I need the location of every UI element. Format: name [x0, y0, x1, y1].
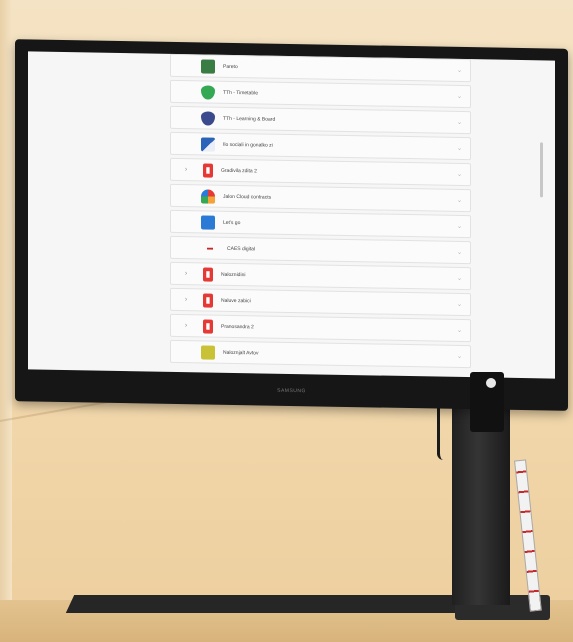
red-doc-icon: ▮ [203, 318, 213, 334]
list-item[interactable]: › ▮ Naloznidini ⌄ [170, 261, 471, 291]
list-item[interactable]: Pareto ⌄ [170, 53, 471, 83]
list-item-label: Let's go [223, 219, 241, 226]
chevron-down-icon: ⌄ [456, 249, 462, 256]
wordmark-logo-icon: ▬ [207, 245, 213, 252]
list-item[interactable]: Let's go ⌄ [170, 209, 471, 239]
list-item[interactable]: › ▮ Gradivila zdita 2 ⌄ [170, 157, 471, 187]
red-doc-icon: ▮ [203, 266, 213, 282]
display-monitor: Pareto ⌄ TTh - Timetable ⌄ TTh - Learnin… [15, 39, 568, 411]
wall-corner [0, 0, 12, 600]
blue-map-icon [201, 214, 215, 230]
list-item[interactable]: TTh - Timetable ⌄ [170, 79, 471, 109]
expander-icon[interactable]: › [179, 166, 193, 173]
list-item-label: Naloznjalt Avtov [223, 349, 259, 356]
expander-icon[interactable]: › [179, 270, 193, 277]
scrollbar[interactable] [540, 142, 543, 198]
chevron-down-icon: ⌄ [456, 171, 462, 178]
list-item-label: Naluve zabici [221, 297, 251, 304]
red-doc-icon: ▮ [203, 162, 213, 178]
chevron-down-icon: ⌄ [456, 67, 462, 74]
list-item[interactable]: Ilo sociali in gonalko zi ⌄ [170, 131, 471, 161]
chevron-down-icon: ⌄ [456, 145, 462, 152]
list-item-label: Pranosandra 2 [221, 323, 254, 330]
shield-blue-icon [201, 110, 215, 126]
list-item-label: CAES digital [227, 245, 256, 252]
list-item[interactable]: Naloznjalt Avtov ⌄ [170, 339, 471, 369]
chevron-down-icon: ⌄ [456, 223, 462, 230]
list-item-label: TTh - Learning & Board [223, 115, 276, 123]
chevron-down-icon: ⌄ [456, 93, 462, 100]
chevron-down-icon: ⌄ [456, 353, 462, 360]
list-item[interactable]: TTh - Learning & Board ⌄ [170, 105, 471, 135]
list-item-label: Jalon Cloud contracts [223, 193, 272, 201]
list-item[interactable]: ▬ CAES digital ⌄ [170, 235, 471, 265]
shield-green-icon [201, 84, 215, 100]
display-screen: Pareto ⌄ TTh - Timetable ⌄ TTh - Learnin… [28, 51, 555, 379]
list-item[interactable]: › ▮ Pranosandra 2 ⌄ [170, 313, 471, 343]
chevron-down-icon: ⌄ [456, 119, 462, 126]
expander-icon[interactable]: › [179, 322, 193, 329]
yellow-tile-icon [201, 344, 215, 360]
stand-knob [486, 378, 496, 388]
road-icon [201, 136, 215, 152]
square-green-icon [201, 58, 215, 74]
list-item-label: Naloznidini [221, 271, 246, 278]
photo-scene: Pareto ⌄ TTh - Timetable ⌄ TTh - Learnin… [0, 0, 573, 642]
list-item[interactable]: › ▮ Naluve zabici ⌄ [170, 287, 471, 317]
chevron-down-icon: ⌄ [456, 327, 462, 334]
chevron-down-icon: ⌄ [456, 275, 462, 282]
expander-icon[interactable]: › [179, 296, 193, 303]
red-doc-icon: ▮ [203, 292, 213, 308]
list-item[interactable]: Jalon Cloud contracts ⌄ [170, 183, 471, 213]
list-item-label: Gradivila zdita 2 [221, 167, 257, 174]
app-list: Pareto ⌄ TTh - Timetable ⌄ TTh - Learnin… [170, 53, 471, 371]
list-item-label: TTh - Timetable [223, 89, 259, 96]
list-item-label: Ilo sociali in gonalko zi [223, 141, 273, 149]
colorful-logo-icon [201, 188, 215, 204]
list-item-label: Pareto [223, 63, 238, 70]
chevron-down-icon: ⌄ [456, 197, 462, 204]
chevron-down-icon: ⌄ [456, 301, 462, 308]
